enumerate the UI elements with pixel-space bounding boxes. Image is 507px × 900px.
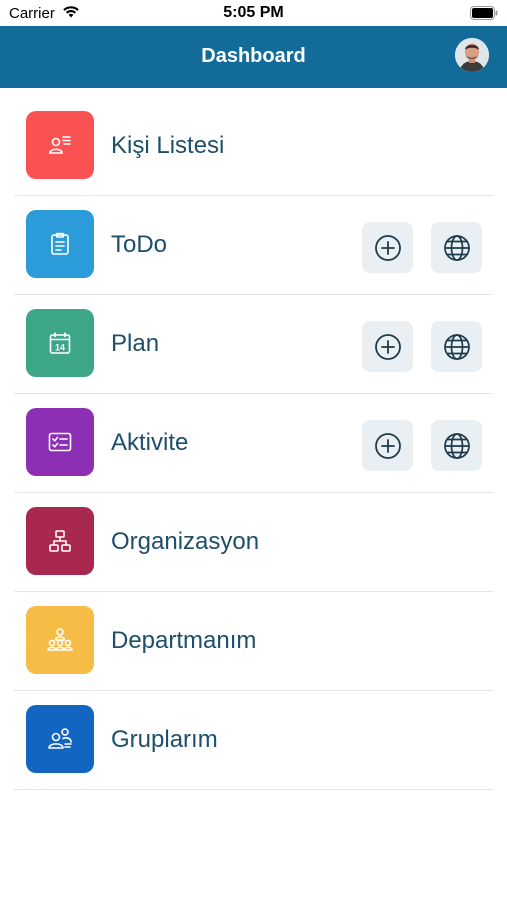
menu-item-label: Plan (111, 330, 160, 357)
menu-item-kisi-listesi[interactable]: Kişi Listesi (0, 97, 507, 196)
checklist-icon (26, 408, 94, 476)
status-bar: Carrier 5:05 PM (0, 0, 507, 26)
org-chart-icon (26, 507, 94, 575)
status-time: 5:05 PM (223, 4, 284, 21)
menu-item-label: Aktivite (111, 429, 189, 456)
menu-item-gruplarim[interactable]: Gruplarım (0, 691, 507, 790)
globe-icon (443, 432, 470, 459)
menu-item-label: Gruplarım (111, 726, 218, 753)
menu-item-label: ToDo (111, 231, 168, 258)
menu-item-organizasyon[interactable]: Organizasyon (0, 493, 507, 592)
battery-icon (470, 6, 498, 25)
contact-list-icon (26, 111, 94, 179)
row-divider (14, 789, 493, 790)
menu-item-aktivite[interactable]: Aktivite (0, 394, 507, 493)
menu-item-label: Organizasyon (111, 528, 260, 555)
todo-web-button[interactable] (431, 222, 482, 273)
menu-item-departmanim[interactable]: Departmanım (0, 592, 507, 691)
globe-icon (443, 333, 470, 360)
plus-circle-icon (374, 234, 401, 261)
profile-avatar[interactable] (455, 38, 489, 72)
globe-icon (443, 234, 470, 261)
calendar-icon: 14 (26, 309, 94, 377)
aktivite-web-button[interactable] (431, 420, 482, 471)
plan-web-button[interactable] (431, 321, 482, 372)
plus-circle-icon (374, 432, 401, 459)
dashboard-menu-list: Kişi Listesi ToDo 14 Plan Aktivite Organ… (0, 97, 507, 790)
svg-text:14: 14 (55, 343, 65, 353)
page-title: Dashboard (201, 45, 306, 67)
menu-item-label: Kişi Listesi (111, 132, 225, 159)
menu-item-todo[interactable]: ToDo (0, 196, 507, 295)
menu-item-plan[interactable]: 14 Plan (0, 295, 507, 394)
department-icon (26, 606, 94, 674)
aktivite-add-button[interactable] (362, 420, 413, 471)
clipboard-icon (26, 210, 94, 278)
todo-add-button[interactable] (362, 222, 413, 273)
plus-circle-icon (374, 333, 401, 360)
plan-add-button[interactable] (362, 321, 413, 372)
menu-item-label: Departmanım (111, 627, 257, 654)
navigation-bar: Dashboard (0, 26, 507, 88)
group-icon (26, 705, 94, 773)
